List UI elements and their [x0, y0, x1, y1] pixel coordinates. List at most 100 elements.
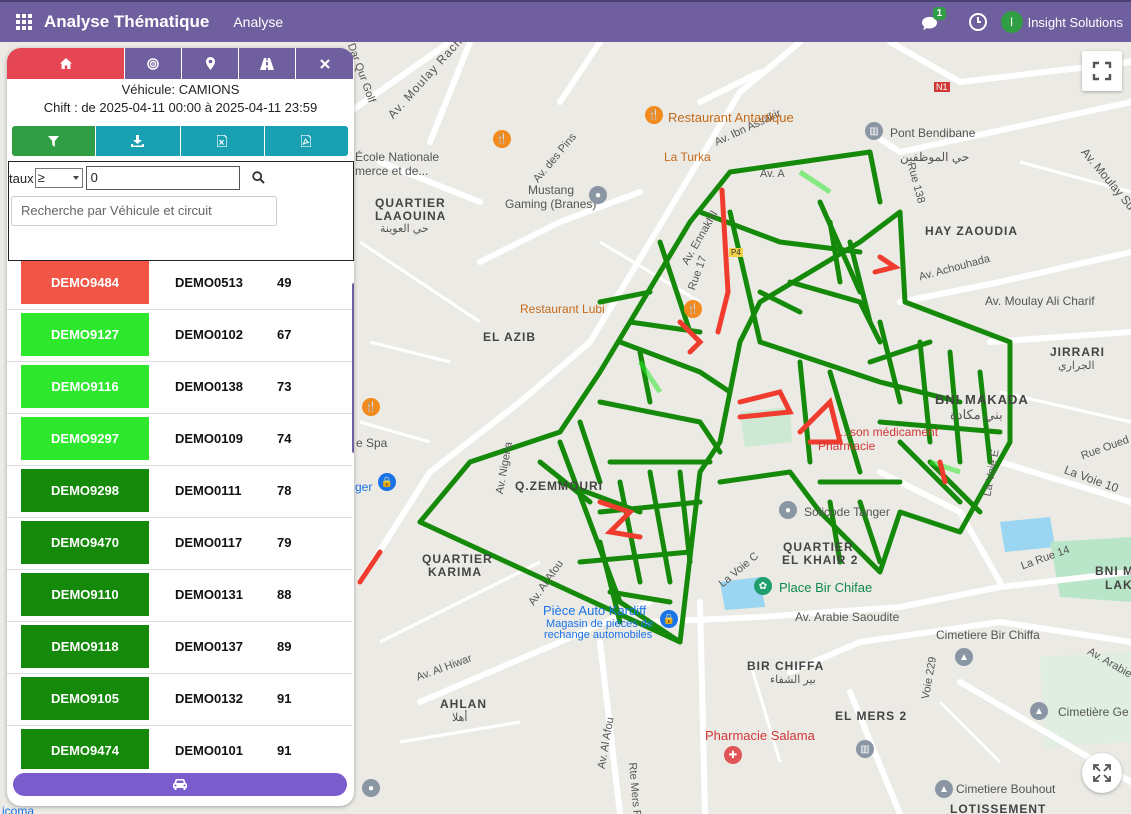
place-pin-icon[interactable]: ●	[779, 501, 797, 519]
fullscreen-button[interactable]	[1082, 51, 1122, 91]
map-label: Place Bir Chifae	[779, 580, 873, 595]
table-row[interactable]: DEMO9110 DEMO0131 88	[7, 570, 352, 622]
map-label: KARIMA	[428, 565, 482, 579]
map-label: La Turka	[664, 150, 711, 164]
vehicle-chip[interactable]: DEMO9110	[21, 573, 149, 616]
map-label: LOTISSEMENT	[950, 802, 1047, 814]
tab-marker[interactable]	[181, 48, 238, 79]
table-row[interactable]: DEMO9484 DEMO0513 49	[7, 258, 352, 310]
table-row[interactable]: DEMO9105 DEMO0132 91	[7, 674, 352, 726]
road-shield: N1	[934, 82, 950, 92]
clock-icon[interactable]	[968, 13, 987, 31]
map-label: QUARTIER	[783, 540, 854, 554]
map-label: Pharmacie	[818, 439, 876, 453]
map-label: Restaurant Antartique	[668, 110, 794, 125]
vehicle-chip[interactable]: DEMO9298	[21, 469, 149, 512]
vehicle-action-button[interactable]	[13, 773, 347, 796]
top-navbar: Analyse Thématique Analyse 1 I Insight S…	[0, 0, 1131, 42]
map-marker-icon	[205, 57, 215, 70]
rate-value-input[interactable]: 0	[85, 166, 240, 190]
landmark-pin-icon[interactable]: ▥	[856, 740, 874, 758]
expand-button[interactable]	[1082, 753, 1122, 793]
pharmacy-pin-icon[interactable]: ✚	[724, 746, 742, 764]
rate-cell: 73	[277, 379, 292, 394]
vehicle-list[interactable]: DEMO9484 DEMO0513 49 DEMO9127 DEMO0102 6…	[7, 258, 352, 769]
road-shield: P4	[729, 248, 743, 257]
vehicle-chip[interactable]: DEMO9474	[21, 729, 149, 769]
circuit-cell: DEMO0111	[175, 483, 242, 498]
tab-target[interactable]	[124, 48, 181, 79]
user-name[interactable]: Insight Solutions	[1028, 15, 1123, 30]
tab-home[interactable]	[7, 48, 124, 79]
vehicle-chip[interactable]: DEMO9297	[21, 417, 149, 460]
search-icon[interactable]	[251, 171, 266, 185]
park-pin-icon[interactable]: ✿	[754, 577, 772, 595]
restaurant-pin-icon[interactable]: 🍴	[684, 300, 702, 318]
list-scrollbar[interactable]	[352, 283, 354, 453]
table-row[interactable]: DEMO9116 DEMO0138 73	[7, 362, 352, 414]
excel-icon	[217, 135, 228, 147]
map-label: merce et de...	[355, 164, 429, 178]
restaurant-pin-icon[interactable]: 🍴	[362, 398, 380, 416]
table-row[interactable]: DEMO9298 DEMO0111 78	[7, 466, 352, 518]
circuit-cell: DEMO0513	[175, 275, 243, 290]
table-row[interactable]: DEMO9297 DEMO0109 74	[7, 414, 352, 466]
rate-cell: 91	[277, 691, 292, 706]
circuit-cell: DEMO0138	[175, 379, 243, 394]
user-avatar[interactable]: I	[1000, 11, 1023, 33]
table-row[interactable]: DEMO9474 DEMO0101 91	[7, 726, 352, 769]
tab-road[interactable]	[238, 48, 295, 79]
operator-select[interactable]: ≥	[34, 168, 83, 188]
circuit-cell: DEMO0131	[175, 587, 243, 602]
map-label: حي العوينة	[380, 223, 429, 235]
circuit-cell: DEMO0109	[175, 431, 243, 446]
map-label: EL KHAIR 2	[782, 553, 859, 567]
table-row[interactable]: DEMO9118 DEMO0137 89	[7, 622, 352, 674]
restaurant-pin-icon[interactable]: 🍴	[645, 106, 663, 124]
vehicle-chip[interactable]: DEMO9470	[21, 521, 149, 564]
chat-icon[interactable]: 1	[921, 7, 947, 31]
tab-close[interactable]	[295, 48, 353, 79]
map-label: BNI M	[1095, 564, 1131, 578]
vehicle-chip[interactable]: DEMO9105	[21, 677, 149, 720]
cemetery-pin-icon[interactable]: ▲	[935, 780, 953, 798]
shop-pin-icon[interactable]: 🔒	[660, 610, 678, 628]
apps-grid-icon[interactable]	[16, 13, 33, 31]
download-button[interactable]	[95, 126, 180, 156]
cemetery-pin-icon[interactable]: ▲	[955, 648, 973, 666]
export-pdf-button[interactable]	[263, 126, 348, 156]
map-label: BNI MAKADA	[935, 392, 1029, 407]
landmark-pin-icon[interactable]: ▥	[865, 122, 883, 140]
rate-cell: 74	[277, 431, 292, 446]
rate-cell: 78	[277, 483, 292, 498]
chat-count-badge: 1	[932, 7, 947, 20]
map-label: أهلا	[452, 712, 468, 724]
vehicle-chip[interactable]: DEMO9118	[21, 625, 149, 668]
rate-cell: 79	[277, 535, 292, 550]
place-pin-icon[interactable]: ●	[589, 186, 607, 204]
app-title[interactable]: Analyse Thématique	[44, 12, 209, 32]
table-row[interactable]: DEMO9470 DEMO0117 79	[7, 518, 352, 570]
map-label: Av. Arabie Saoudite	[795, 610, 900, 624]
panel-toolbar	[12, 126, 348, 156]
cemetery-pin-icon[interactable]: ▲	[1030, 702, 1048, 720]
vehicle-circuit-search-input[interactable]: Recherche par Véhicule et circuit	[11, 196, 277, 226]
vehicle-chip[interactable]: DEMO9484	[21, 261, 149, 304]
place-pin-icon[interactable]: ●	[362, 779, 380, 797]
map-label: Q.ZEMMOURI	[515, 479, 603, 493]
circuit-cell: DEMO0132	[175, 691, 243, 706]
filter-button[interactable]	[12, 126, 96, 156]
shop-pin-icon[interactable]: 🔒	[378, 473, 396, 491]
restaurant-pin-icon[interactable]: 🍴	[493, 130, 511, 148]
map-label: QUARTIER	[422, 552, 493, 566]
map-label: ger	[355, 480, 373, 494]
rate-cell: 89	[277, 639, 292, 654]
table-row[interactable]: DEMO9127 DEMO0102 67	[7, 310, 352, 362]
map-label: rechange automobiles	[544, 629, 653, 641]
map-label: Pont Bendibane	[890, 126, 976, 140]
vehicle-chip[interactable]: DEMO9127	[21, 313, 149, 356]
home-icon	[59, 58, 72, 69]
vehicle-chip[interactable]: DEMO9116	[21, 365, 149, 408]
export-excel-button[interactable]	[179, 126, 264, 156]
menu-analyse[interactable]: Analyse	[233, 14, 283, 30]
